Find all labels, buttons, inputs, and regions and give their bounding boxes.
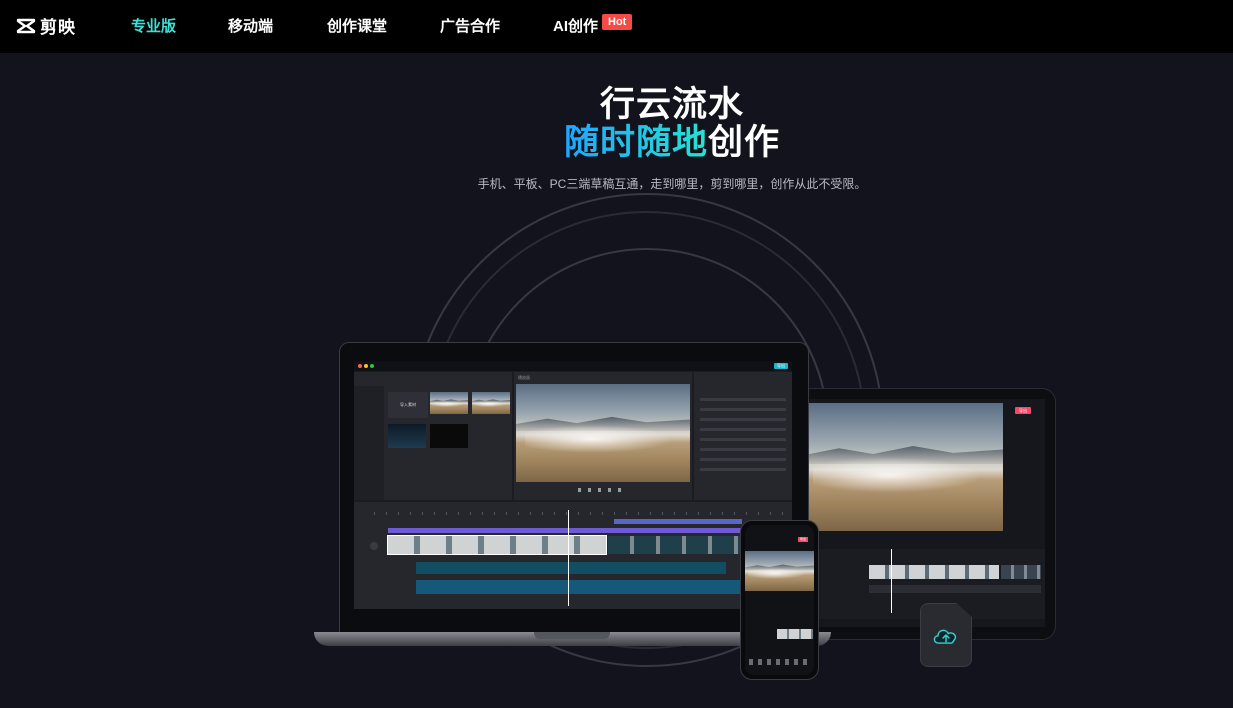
capcut-logo-icon: [16, 18, 36, 33]
phone-export-label: 导出: [799, 537, 806, 541]
nav-item-ads[interactable]: 广告合作: [440, 15, 500, 36]
nav-item-mobile[interactable]: 移动端: [228, 15, 273, 36]
logo-text: 剪映: [40, 18, 76, 37]
laptop-export-button[interactable]: 导出: [774, 363, 788, 369]
hot-badge: Hot: [602, 14, 633, 30]
hero-title-highlight: 随时随地: [563, 123, 708, 162]
inspector-panel: [694, 372, 792, 500]
tablet-device: 导出: [784, 388, 1056, 640]
laptop-titlebar: 导出: [354, 361, 792, 371]
media-thumb-1[interactable]: [430, 392, 468, 414]
timeline-playhead[interactable]: [568, 510, 569, 606]
media-thumb-3[interactable]: [388, 424, 426, 448]
inspector-sliders[interactable]: [700, 398, 786, 478]
tablet-playhead: [891, 549, 892, 613]
nav-item-course[interactable]: 创作课堂: [327, 15, 387, 36]
timeline-panel: [354, 502, 792, 609]
media-panel: 导入素材: [354, 372, 512, 500]
tablet-clip-2: [1001, 565, 1041, 579]
laptop-notch: [534, 632, 610, 639]
nav-item-ai[interactable]: AI创作: [553, 15, 598, 36]
logo[interactable]: 剪映: [16, 13, 76, 38]
laptop-screen: 导出 导入素材 播放器: [354, 361, 792, 609]
tablet-export-button[interactable]: 导出: [1015, 407, 1031, 414]
hero-title-rest: 创作: [708, 123, 781, 162]
phone-toolbar[interactable]: [749, 659, 810, 665]
timeline-title-bar[interactable]: [614, 519, 742, 524]
laptop-export-label: 导出: [777, 363, 785, 368]
cloud-card: [920, 603, 972, 667]
media-sidebar: [354, 386, 384, 500]
tablet-audio-track: [869, 585, 1041, 593]
player-controls[interactable]: [578, 488, 628, 492]
top-nav: 剪映 专业版 移动端 创作课堂 广告合作 AI创作 Hot: [0, 0, 1233, 53]
phone-export-button[interactable]: 导出: [798, 537, 808, 542]
tablet-screen: 导出: [795, 399, 1045, 627]
import-button[interactable]: 导入素材: [388, 392, 428, 418]
media-thumb-2[interactable]: [472, 392, 510, 414]
tablet-video-preview: [803, 403, 1003, 531]
timeline-audio-track-2[interactable]: [416, 580, 742, 594]
hero-subtitle: 手机、平板、PC三端草稿互通，走到哪里，剪到哪里，创作从此不受限。: [477, 177, 867, 191]
laptop-device: 导出 导入素材 播放器: [339, 342, 809, 634]
phone-video-preview: [745, 551, 814, 591]
tablet-export-label: 导出: [1019, 408, 1027, 413]
cloud-upload-icon: [933, 629, 957, 644]
nav-item-pro[interactable]: 专业版: [131, 15, 176, 36]
hero-title-line2: 随时随地创作: [0, 114, 1233, 165]
media-thumb-4[interactable]: [430, 424, 468, 448]
timeline-ruler: [374, 512, 792, 515]
player-panel: 播放器: [514, 372, 692, 500]
window-close-dot[interactable]: [358, 364, 362, 368]
laptop-video-preview: [516, 384, 690, 482]
window-min-dot[interactable]: [364, 364, 368, 368]
phone-screen: 导出: [745, 525, 814, 675]
player-label: 播放器: [518, 375, 530, 380]
window-max-dot[interactable]: [370, 364, 374, 368]
timeline-video-clip-2[interactable]: [608, 536, 742, 554]
phone-clip[interactable]: [777, 629, 813, 639]
tablet-clip: [869, 565, 999, 579]
import-label: 导入素材: [400, 402, 416, 407]
timeline-audio-track-1[interactable]: [416, 562, 726, 574]
timeline-settings-icon[interactable]: [370, 542, 378, 550]
timeline-video-clip-1[interactable]: [387, 535, 607, 555]
phone-device: 导出: [740, 520, 819, 680]
timeline-text-bar[interactable]: [388, 528, 742, 533]
